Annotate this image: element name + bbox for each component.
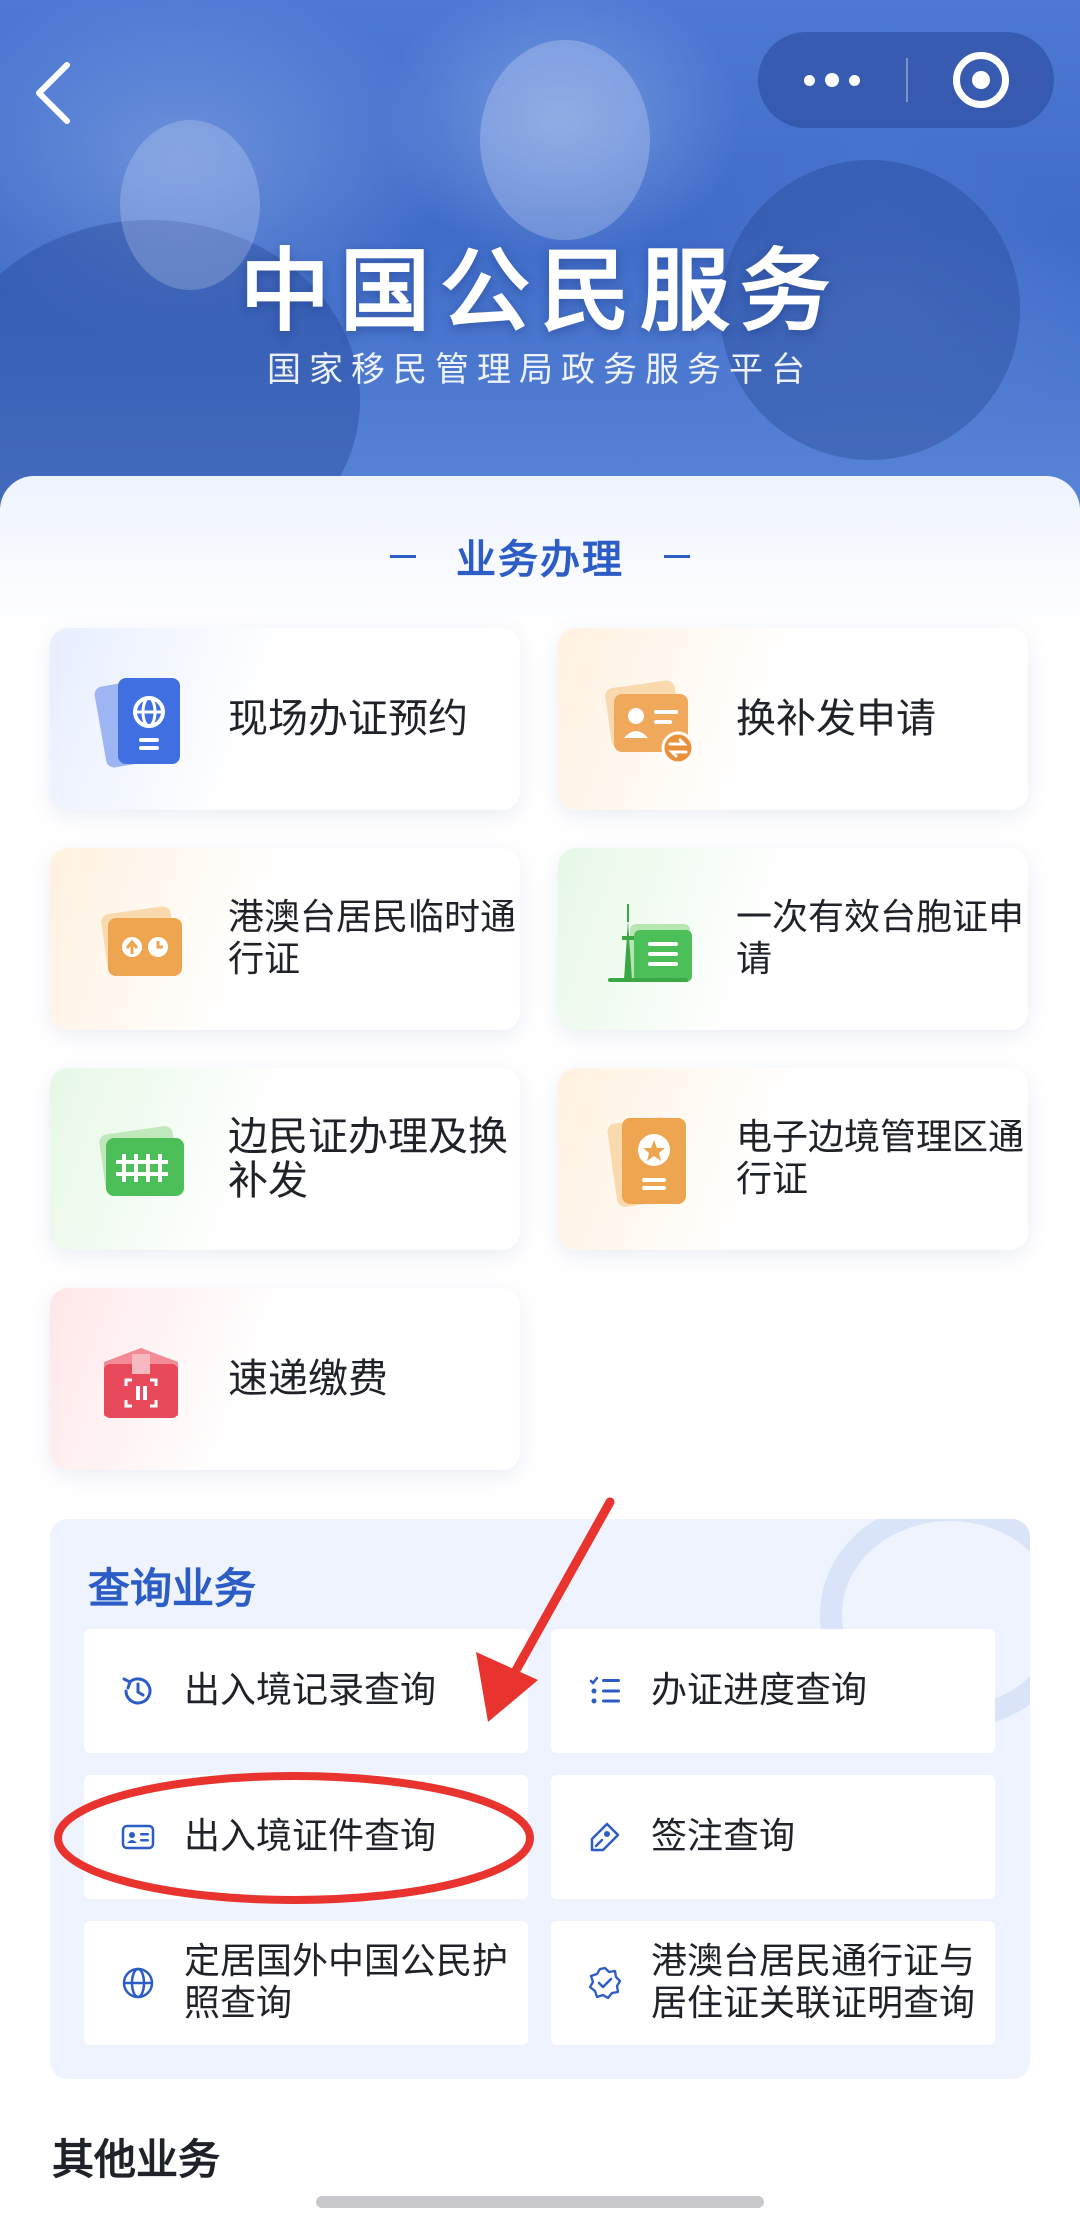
page-title: 中国公民服务 <box>240 239 840 344</box>
card-onsite-appointment[interactable]: 现场办证预约 <box>50 628 520 810</box>
business-section-header: 业务办理 <box>0 526 1080 586</box>
close-miniprogram-button[interactable] <box>908 32 1054 128</box>
query-processing-progress[interactable]: 办证进度查询 <box>551 1629 995 1753</box>
chevron-left-icon <box>36 62 70 124</box>
id-card-exchange-icon <box>594 664 704 774</box>
more-dots-icon <box>825 73 839 87</box>
card-label: 现场办证预约 <box>228 696 468 742</box>
miniprogram-capsule <box>758 32 1054 128</box>
query-label: 出入境记录查询 <box>184 1670 437 1711</box>
ring-center <box>972 71 990 89</box>
card-label: 一次有效台胞证申请 <box>736 897 1025 980</box>
border-fence-icon <box>86 1104 196 1214</box>
query-travel-documents[interactable]: 出入境证件查询 <box>84 1775 528 1899</box>
card-label: 电子边境管理区通行证 <box>736 1117 1025 1200</box>
divider <box>664 554 690 558</box>
checklist-icon <box>585 1671 625 1711</box>
badge-document-icon <box>594 1104 704 1214</box>
card-border-resident-permit[interactable]: 边民证办理及换补发 <box>50 1068 520 1250</box>
query-entry-exit-records[interactable]: 出入境记录查询 <box>84 1629 528 1753</box>
card-express-payment[interactable]: 速递缴费 <box>50 1288 520 1470</box>
more-dots-icon <box>849 74 860 86</box>
divider <box>390 554 416 558</box>
card-label: 换补发申请 <box>736 696 936 742</box>
query-hkmt-residence-link[interactable]: 港澳台居民通行证与居住证关联证明查询 <box>551 1921 995 2045</box>
hero-background-figure <box>480 40 650 240</box>
card-label: 港澳台居民临时通行证 <box>228 897 517 980</box>
globe-icon <box>118 1963 158 2003</box>
passport-globe-icon <box>86 664 196 774</box>
query-label: 出入境证件查询 <box>184 1816 437 1857</box>
card-hkmt-temporary-permit[interactable]: 港澳台居民临时通行证 <box>50 848 520 1030</box>
query-overseas-passport[interactable]: 定居国外中国公民护照查询 <box>84 1921 528 2045</box>
other-section-title: 其他业务 <box>52 2135 221 2184</box>
query-endorsement[interactable]: 签注查询 <box>551 1775 995 1899</box>
card-label: 边民证办理及换补发 <box>228 1114 508 1204</box>
home-indicator[interactable] <box>316 2196 764 2208</box>
card-e-border-pass[interactable]: 电子边境管理区通行证 <box>558 1068 1028 1250</box>
permit-clock-icon <box>86 884 196 994</box>
query-label: 签注查询 <box>651 1816 796 1857</box>
query-label: 港澳台居民通行证与居住证关联证明查询 <box>651 1941 976 2024</box>
id-card-icon <box>118 1817 158 1857</box>
hero-banner: 中国公民服务 国家移民管理局政务服务平台 <box>0 0 1080 520</box>
verified-badge-icon <box>585 1963 625 2003</box>
package-scan-icon <box>86 1324 196 1434</box>
history-icon <box>118 1671 158 1711</box>
query-section-title: 查询业务 <box>88 1564 257 1613</box>
card-label: 速递缴费 <box>228 1356 388 1402</box>
business-section-title: 业务办理 <box>456 537 624 583</box>
card-renewal-application[interactable]: 换补发申请 <box>558 628 1028 810</box>
query-label: 办证进度查询 <box>651 1670 868 1711</box>
target-ring-icon <box>953 52 1009 108</box>
page-subtitle: 国家移民管理局政务服务平台 <box>267 350 813 390</box>
tower-permit-icon <box>594 884 704 994</box>
more-dots-icon <box>804 74 815 86</box>
card-one-time-taiwan-permit[interactable]: 一次有效台胞证申请 <box>558 848 1028 1030</box>
tag-pen-icon <box>585 1817 625 1857</box>
back-button[interactable] <box>28 58 78 128</box>
query-label: 定居国外中国公民护照查询 <box>184 1941 509 2024</box>
more-button[interactable] <box>758 32 906 128</box>
